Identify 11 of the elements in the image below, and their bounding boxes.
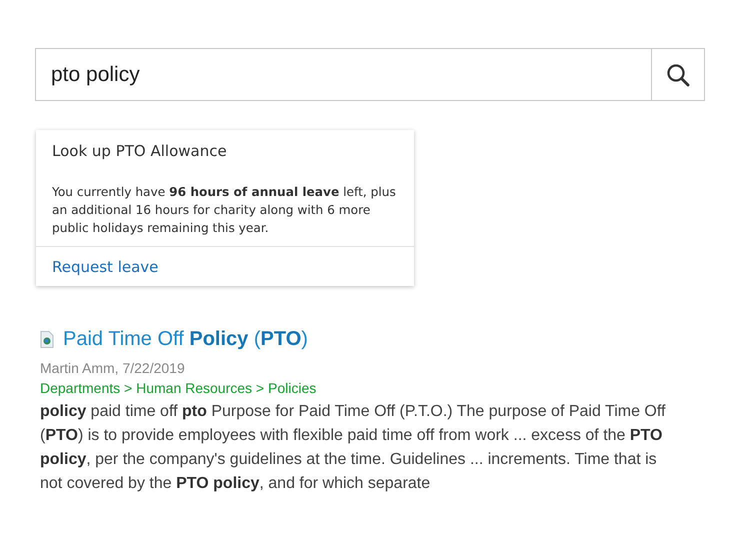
card-title: Look up PTO Allowance bbox=[51, 141, 228, 160]
result-title-link[interactable]: Paid Time Off Policy (PTO) bbox=[63, 328, 308, 351]
card-text: You currently have 96 hours of annual leave left, plus an additional 16 hours for charity along with 6 more public holidays remaining this year. bbox=[51, 184, 397, 237]
result-snippet: policy paid time off pto Purpose for Paid Time Off (P.T.O.) The purpose of Paid Time Off (PTO) is to provide employees with flexible paid time off from work ... excess of the PTO policy, per the company's guidelines at the time. Guidelines ... increments. Time that is not covered by the PTO policy, and for which separate bbox=[40, 402, 666, 494]
search-field[interactable]: pto policy bbox=[35, 48, 652, 101]
result-meta: Martin Amm, 7/22/2019 bbox=[40, 360, 186, 376]
search-button[interactable] bbox=[652, 48, 705, 101]
request-leave-link[interactable]: Request leave bbox=[52, 258, 158, 276]
document-icon bbox=[40, 331, 54, 348]
breadcrumb: Departments > Human Resources > Policies bbox=[40, 380, 318, 396]
search-icon bbox=[666, 62, 690, 86]
